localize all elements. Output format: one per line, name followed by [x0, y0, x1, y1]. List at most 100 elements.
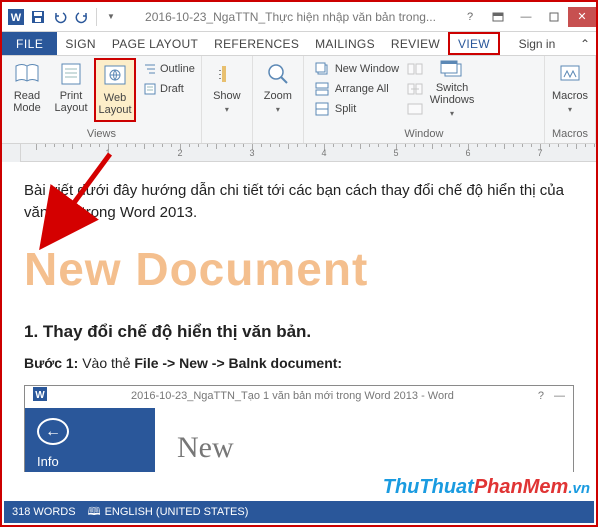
label: Web Layout — [98, 92, 131, 116]
proofing-icon: 🕮 — [88, 503, 101, 522]
zoom-icon — [264, 60, 292, 88]
outline-icon — [140, 59, 160, 79]
split-button[interactable]: Split — [312, 100, 399, 118]
switch-windows-icon — [438, 60, 466, 80]
arrange-all-icon — [312, 79, 332, 99]
title-bar: W ▼ 2016-10-23_NgaTTN_Thực hiện nhập văn… — [2, 2, 596, 32]
label: Switch Windows — [430, 82, 475, 106]
draft-icon — [140, 79, 160, 99]
group-zoom: Zoom — [253, 56, 304, 143]
label: Show — [213, 90, 241, 102]
watermark: ThuThuatPhanMem.vn — [383, 476, 590, 499]
web-layout-button[interactable]: Web Layout — [94, 58, 136, 122]
window-controls: ? — ✕ — [456, 7, 596, 27]
section-heading: 1. Thay đổi chế độ hiển thị văn bản. — [24, 320, 574, 345]
qat-customize-icon[interactable]: ▼ — [101, 7, 121, 27]
group-label — [257, 127, 299, 141]
maximize-icon[interactable] — [540, 7, 568, 27]
status-bar: 318 WORDS 🕮 ENGLISH (UNITED STATES) — [4, 501, 594, 523]
draft-button[interactable]: Draft — [138, 80, 197, 98]
tab-file[interactable]: FILE — [2, 32, 57, 55]
tab-review[interactable]: REVIEW — [383, 32, 448, 55]
group-label: Window — [308, 127, 540, 141]
group-label: Macros — [549, 127, 591, 141]
inner-new-heading: New — [155, 408, 573, 472]
label: Split — [335, 103, 356, 115]
language-status[interactable]: 🕮 ENGLISH (UNITED STATES) — [88, 503, 249, 522]
label: Macros — [552, 90, 588, 102]
tab-sign[interactable]: SIGN — [57, 32, 104, 55]
label: Draft — [160, 83, 184, 95]
sign-in-link[interactable]: Sign in — [509, 32, 566, 55]
step-bold: Bước 1: — [24, 355, 78, 371]
group-label: Views — [6, 127, 197, 141]
language-label: ENGLISH (UNITED STATES) — [105, 506, 249, 518]
label: Arrange All — [335, 83, 389, 95]
svg-text:W: W — [35, 390, 45, 401]
reset-position-button[interactable] — [405, 100, 425, 118]
close-icon[interactable]: ✕ — [568, 7, 596, 27]
save-icon[interactable] — [28, 7, 48, 27]
wm-b: PhanMem — [474, 476, 568, 498]
ribbon: Read Mode Print Layout Web Layout Outlin… — [2, 56, 596, 144]
step-path: File -> New -> Balnk document: — [134, 355, 342, 371]
minimize-icon[interactable]: — — [512, 7, 540, 27]
group-macros: Macros Macros — [545, 56, 596, 143]
group-window: New Window Arrange All Split Switch Wind… — [304, 56, 545, 143]
wm-c: .vn — [568, 480, 590, 497]
undo-icon[interactable] — [50, 7, 70, 27]
side-by-side-icon — [405, 59, 425, 79]
collapse-ribbon-icon[interactable]: ⌃ — [574, 32, 596, 55]
macros-button[interactable]: Macros — [549, 58, 591, 122]
step-text: Vào thẻ — [78, 355, 134, 371]
tab-view[interactable]: VIEW — [448, 32, 500, 55]
group-views: Read Mode Print Layout Web Layout Outlin… — [2, 56, 202, 143]
new-window-button[interactable]: New Window — [312, 60, 399, 78]
word-count[interactable]: 318 WORDS — [12, 506, 76, 518]
redo-icon[interactable] — [72, 7, 92, 27]
macros-icon — [556, 60, 584, 88]
word-app-icon[interactable]: W — [6, 7, 26, 27]
print-layout-button[interactable]: Print Layout — [50, 58, 92, 122]
inner-min-icon: — — [554, 389, 565, 405]
outline-button[interactable]: Outline — [138, 60, 197, 78]
inner-backstage-nav: ← Info — [25, 408, 155, 472]
ribbon-options-icon[interactable] — [484, 7, 512, 27]
view-side-by-side-button[interactable] — [405, 60, 425, 78]
inner-help-icon: ? — [538, 389, 544, 405]
read-mode-button[interactable]: Read Mode — [6, 58, 48, 122]
label: Print Layout — [54, 90, 88, 114]
label: Zoom — [264, 90, 292, 102]
tab-mailings[interactable]: MAILINGS — [307, 32, 383, 55]
sync-scroll-icon — [405, 79, 425, 99]
document-page[interactable]: Bài viết dưới đây hướng dẫn chi tiết tới… — [2, 162, 596, 472]
switch-windows-button[interactable]: Switch Windows — [431, 58, 473, 122]
web-layout-icon — [101, 62, 129, 90]
print-layout-icon — [57, 60, 85, 88]
window-title: 2016-10-23_NgaTTN_Thực hiện nhập văn bản… — [125, 10, 456, 24]
separator — [96, 8, 97, 26]
show-icon — [213, 60, 241, 88]
big-heading: New Document — [24, 236, 574, 303]
quick-access-toolbar: W ▼ — [2, 7, 125, 27]
show-button[interactable]: Show — [206, 58, 248, 122]
help-icon[interactable]: ? — [456, 7, 484, 27]
reset-position-icon — [405, 99, 425, 119]
label: New Window — [335, 63, 399, 75]
tab-references[interactable]: REFERENCES — [206, 32, 307, 55]
tab-page-layout[interactable]: PAGE LAYOUT — [104, 32, 206, 55]
embedded-screenshot: W 2016-10-23_NgaTTN_Tạo 1 văn bản mới tr… — [24, 385, 574, 472]
label: Read Mode — [10, 90, 44, 114]
new-window-icon — [312, 59, 332, 79]
ribbon-tabs: FILE SIGN PAGE LAYOUT REFERENCES MAILING… — [2, 32, 596, 56]
group-label — [206, 127, 248, 141]
intro-paragraph: Bài viết dưới đây hướng dẫn chi tiết tới… — [24, 180, 574, 224]
inner-titlebar: W 2016-10-23_NgaTTN_Tạo 1 văn bản mới tr… — [25, 386, 573, 408]
svg-text:W: W — [11, 12, 22, 24]
wm-a: ThuThuat — [383, 476, 474, 498]
horizontal-ruler[interactable]: 1234567 — [20, 144, 596, 162]
arrange-all-button[interactable]: Arrange All — [312, 80, 399, 98]
sync-scroll-button[interactable] — [405, 80, 425, 98]
label: Outline — [160, 63, 195, 75]
zoom-button[interactable]: Zoom — [257, 58, 299, 122]
